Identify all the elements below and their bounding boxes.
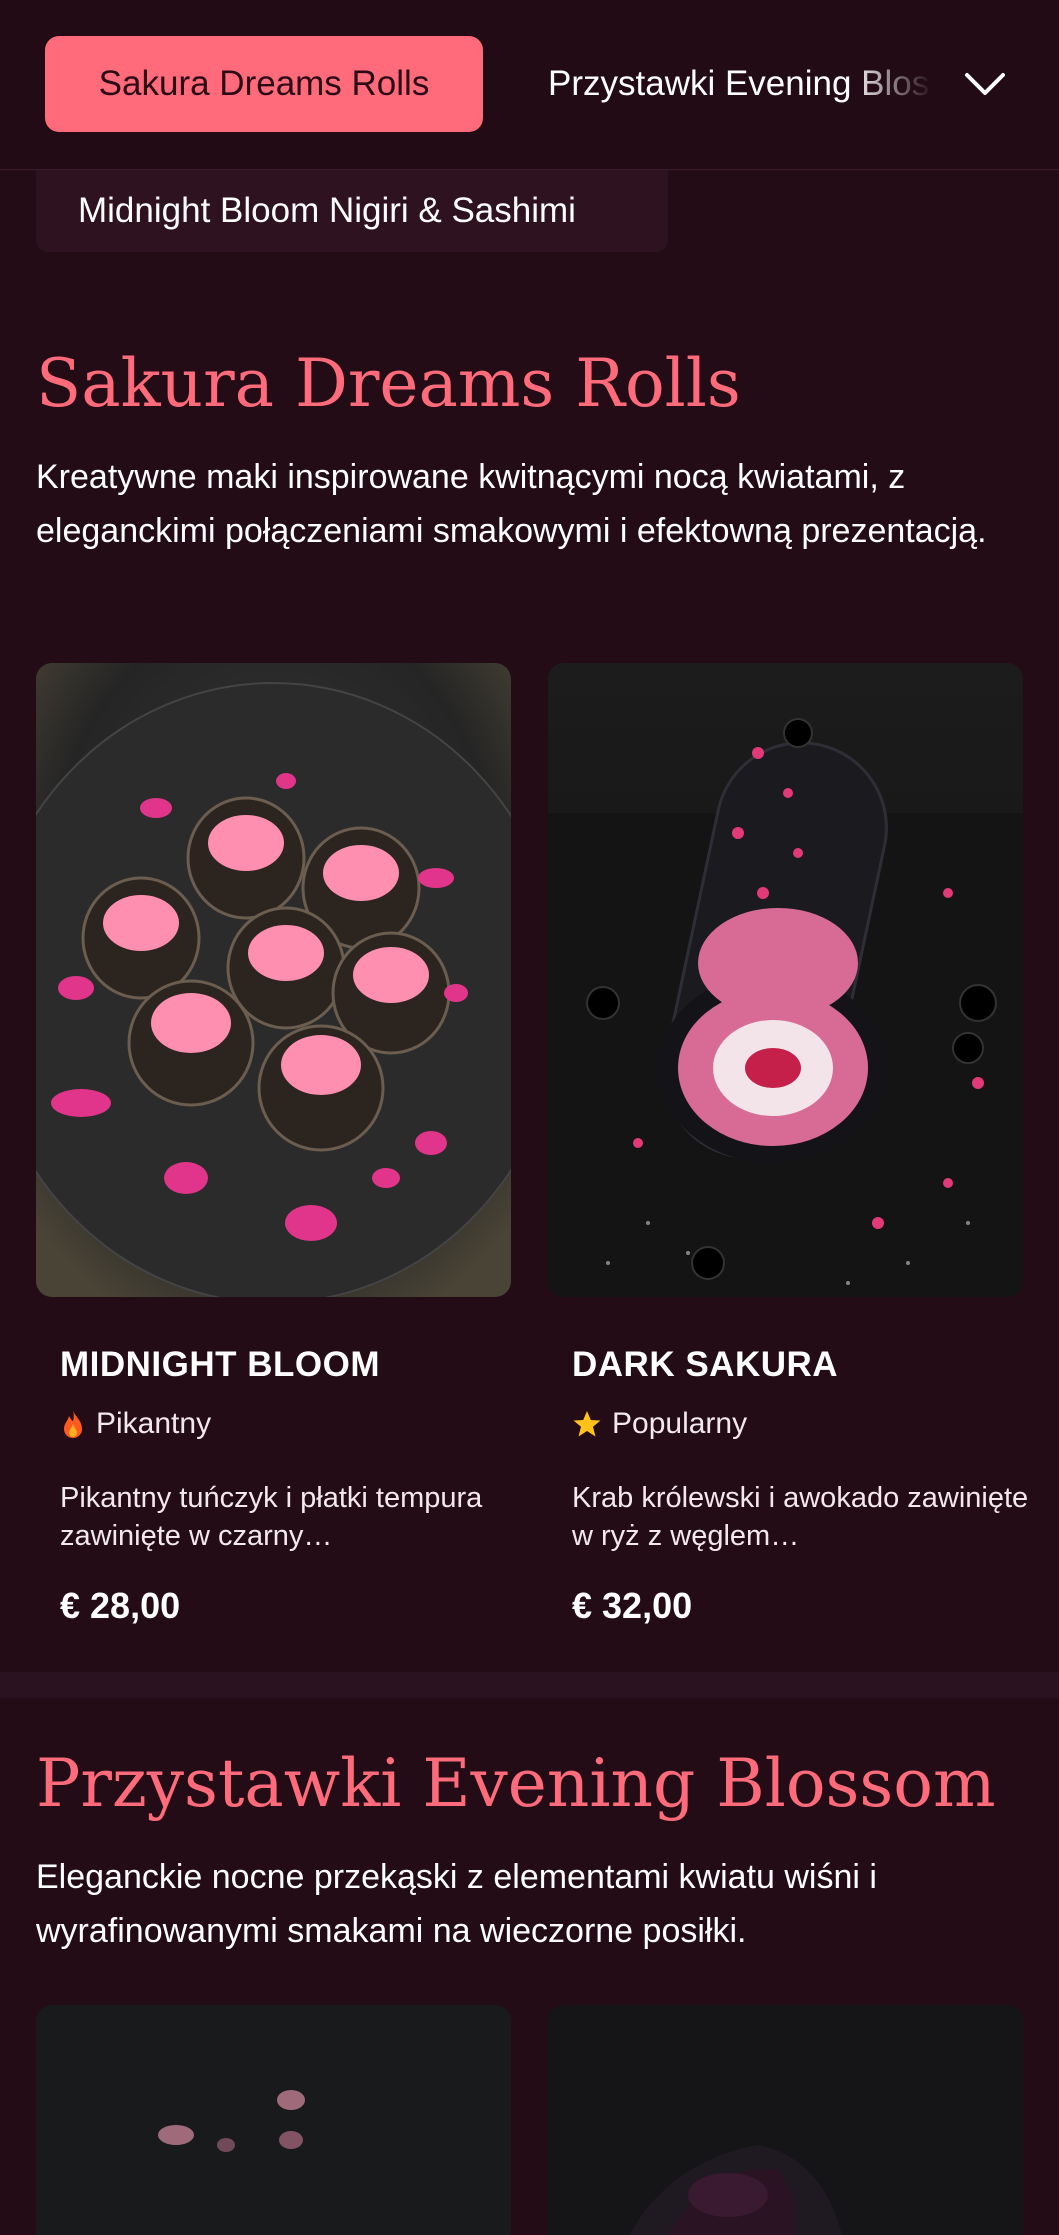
dish-badge-label: Pikantny (96, 1407, 212, 1440)
section-title: Sakura Dreams Rolls (36, 345, 741, 422)
dish-card-dark-sakura[interactable]: DARK SAKURA Popularny Krab królewski i a… (572, 1345, 1047, 1627)
dish-badge: Popularny (572, 1407, 1047, 1441)
dish-image-midnight-bloom[interactable] (36, 663, 511, 1297)
dish-description: Pikantny tuńczyk i płatki tempura zawini… (60, 1482, 483, 1552)
dish-description: Krab królewski i awokado zawinięte w ryż… (572, 1482, 1029, 1552)
chevron-down-icon (965, 73, 1005, 95)
dish-card-midnight-bloom[interactable]: MIDNIGHT BLOOM Pikantny Pikantny tuńczyk… (60, 1345, 535, 1627)
appetizer-photo (36, 2005, 511, 2235)
dish-image-dark-sakura[interactable] (548, 663, 1023, 1297)
dish-price: € 28,00 (60, 1585, 181, 1626)
dish-price: € 32,00 (572, 1585, 693, 1626)
dark-roll-photo (548, 663, 1023, 1297)
tab-sakura-dreams-rolls[interactable]: Sakura Dreams Rolls (45, 36, 483, 132)
category-nav: Sakura Dreams Rolls Przystawki Evening B… (0, 0, 1059, 170)
section-title: Przystawki Evening Blossom (36, 1745, 996, 1822)
expand-categories-button[interactable] (950, 50, 1020, 120)
flame-icon (64, 1410, 82, 1438)
dish-image[interactable] (36, 2005, 511, 2235)
star-icon (573, 1411, 601, 1437)
dish-name: MIDNIGHT BLOOM (60, 1345, 381, 1384)
dish-badge-label: Popularny (612, 1407, 748, 1440)
dish-name: DARK SAKURA (572, 1345, 839, 1384)
section-description: Eleganckie nocne przekąski z elementami … (36, 1858, 877, 1950)
menu-page: Sakura Dreams Rolls Przystawki Evening B… (0, 0, 1059, 2235)
section-description: Kreatywne maki inspirowane kwitnącymi no… (36, 458, 987, 550)
dish-badge: Pikantny (60, 1407, 535, 1441)
sushi-rolls-photo (36, 663, 511, 1297)
tab-overflow-fade (850, 36, 960, 132)
section-divider (0, 1672, 1059, 1698)
appetizer-photo (548, 2005, 1023, 2235)
dish-image[interactable] (548, 2005, 1023, 2235)
